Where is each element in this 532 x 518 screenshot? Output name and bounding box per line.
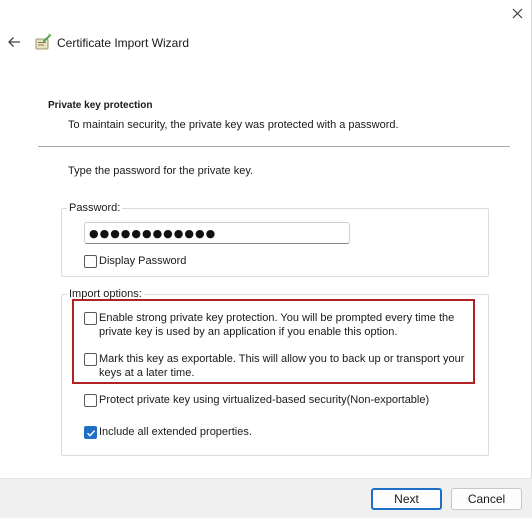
extended-properties-option[interactable]: Include all extended properties. bbox=[84, 425, 469, 439]
strong-protection-checkbox[interactable] bbox=[84, 312, 97, 325]
vbs-protection-checkbox[interactable] bbox=[84, 394, 97, 407]
header-divider bbox=[38, 146, 510, 147]
password-field[interactable]: ●●●●●●●●●●●● bbox=[84, 222, 350, 244]
exportable-checkbox[interactable] bbox=[84, 353, 97, 366]
extended-properties-checkbox[interactable] bbox=[84, 426, 97, 439]
password-legend: Password: bbox=[67, 202, 123, 214]
strong-protection-label: Enable strong private key protection. Yo… bbox=[99, 312, 455, 338]
wizard-title: Certificate Import Wizard bbox=[57, 36, 190, 50]
section-title: Private key protection bbox=[48, 100, 153, 111]
display-password-label: Display Password bbox=[99, 255, 187, 267]
cancel-button[interactable]: Cancel bbox=[451, 488, 522, 510]
checkmark-icon bbox=[86, 429, 95, 437]
exportable-option[interactable]: Mark this key as exportable. This will a… bbox=[84, 352, 469, 380]
back-arrow-icon bbox=[8, 37, 20, 47]
section-description: To maintain security, the private key wa… bbox=[68, 119, 399, 131]
display-password-option[interactable]: Display Password bbox=[84, 254, 186, 268]
certificate-wizard-icon bbox=[35, 33, 52, 50]
strong-protection-option[interactable]: Enable strong private key protection. Yo… bbox=[84, 311, 469, 339]
vbs-protection-option[interactable]: Protect private key using virtualized-ba… bbox=[84, 393, 474, 407]
instruction-text: Type the password for the private key. bbox=[68, 165, 254, 177]
next-button[interactable]: Next bbox=[371, 488, 442, 510]
password-value: ●●●●●●●●●●●● bbox=[89, 226, 217, 240]
close-icon bbox=[512, 8, 523, 18]
button-bar: Next Cancel bbox=[0, 478, 532, 518]
close-button[interactable] bbox=[503, 0, 532, 26]
display-password-checkbox[interactable] bbox=[84, 255, 97, 268]
certificate-import-wizard-window: Certificate Import Wizard Private key pr… bbox=[0, 0, 532, 518]
vbs-protection-label: Protect private key using virtualized-ba… bbox=[99, 394, 430, 406]
back-button[interactable] bbox=[3, 30, 25, 54]
extended-properties-label: Include all extended properties. bbox=[99, 426, 252, 438]
exportable-label: Mark this key as exportable. This will a… bbox=[99, 353, 465, 379]
